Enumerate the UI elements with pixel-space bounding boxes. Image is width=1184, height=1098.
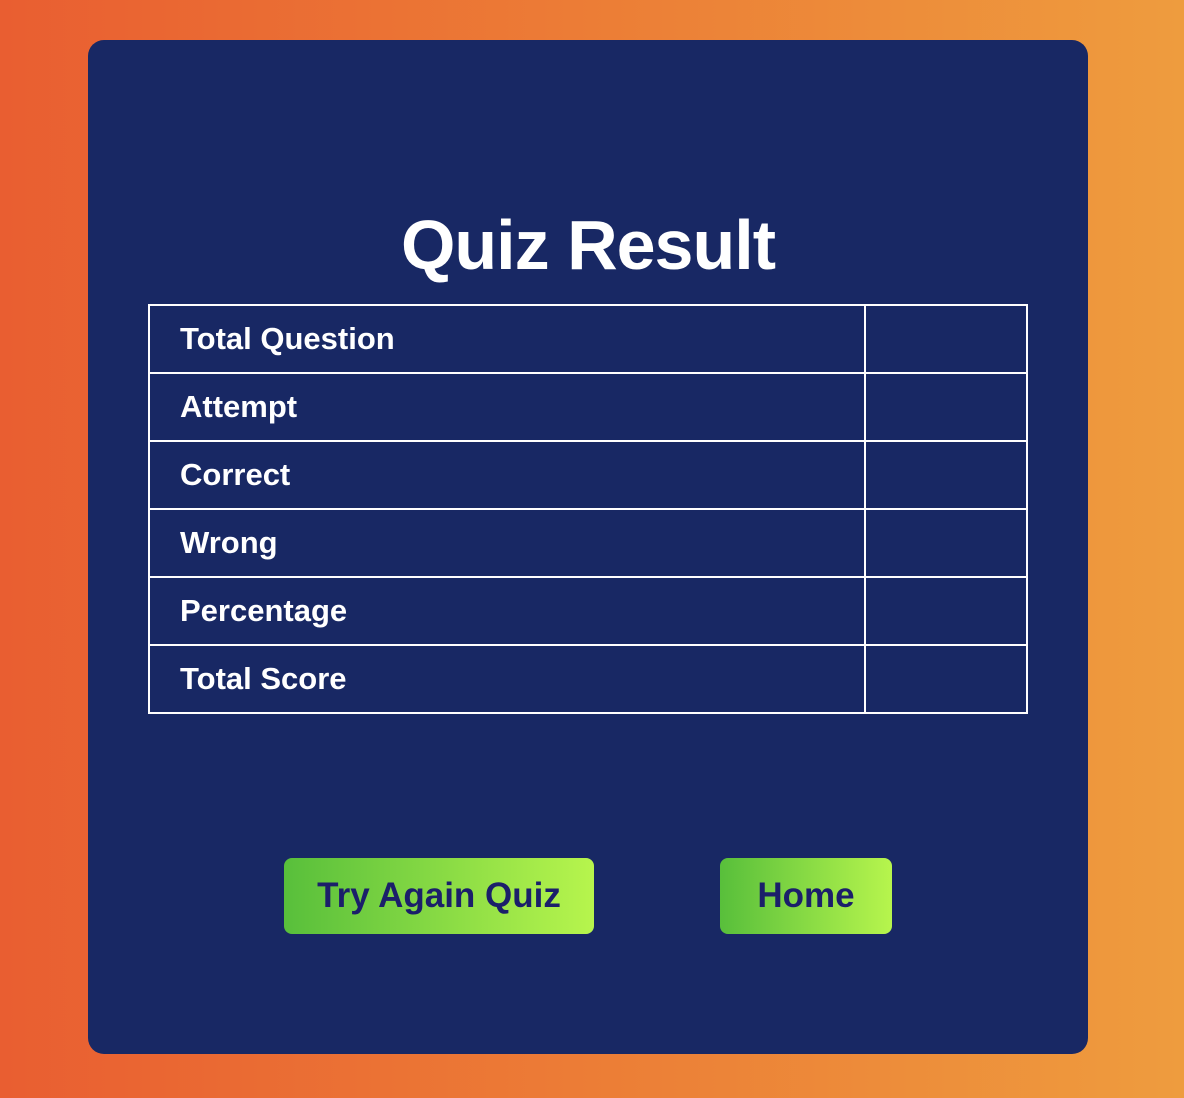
result-table: Total Question Attempt Correct Wrong Per… (147, 304, 1028, 714)
table-row-percentage: Percentage (147, 576, 1028, 646)
page-title: Quiz Result (400, 206, 776, 284)
table-row-total-score: Total Score (147, 644, 1028, 714)
table-row-total-question: Total Question (147, 304, 1028, 374)
row-value (864, 644, 1028, 714)
row-value (864, 508, 1028, 578)
row-label: Percentage (147, 576, 867, 646)
row-label: Wrong (147, 508, 867, 578)
row-value (864, 576, 1028, 646)
table-row-wrong: Wrong (147, 508, 1028, 578)
row-value (864, 440, 1028, 510)
quiz-result-card: Quiz Result Total Question Attempt Corre… (88, 40, 1088, 1054)
try-again-quiz-button[interactable]: Try Again Quiz (284, 858, 594, 934)
row-label: Attempt (147, 372, 867, 442)
row-label: Correct (147, 440, 867, 510)
row-value (864, 372, 1028, 442)
row-label: Total Score (147, 644, 867, 714)
table-row-attempt: Attempt (147, 372, 1028, 442)
home-button[interactable]: Home (720, 858, 892, 934)
table-row-correct: Correct (147, 440, 1028, 510)
row-value (864, 304, 1028, 374)
row-label: Total Question (147, 304, 867, 374)
